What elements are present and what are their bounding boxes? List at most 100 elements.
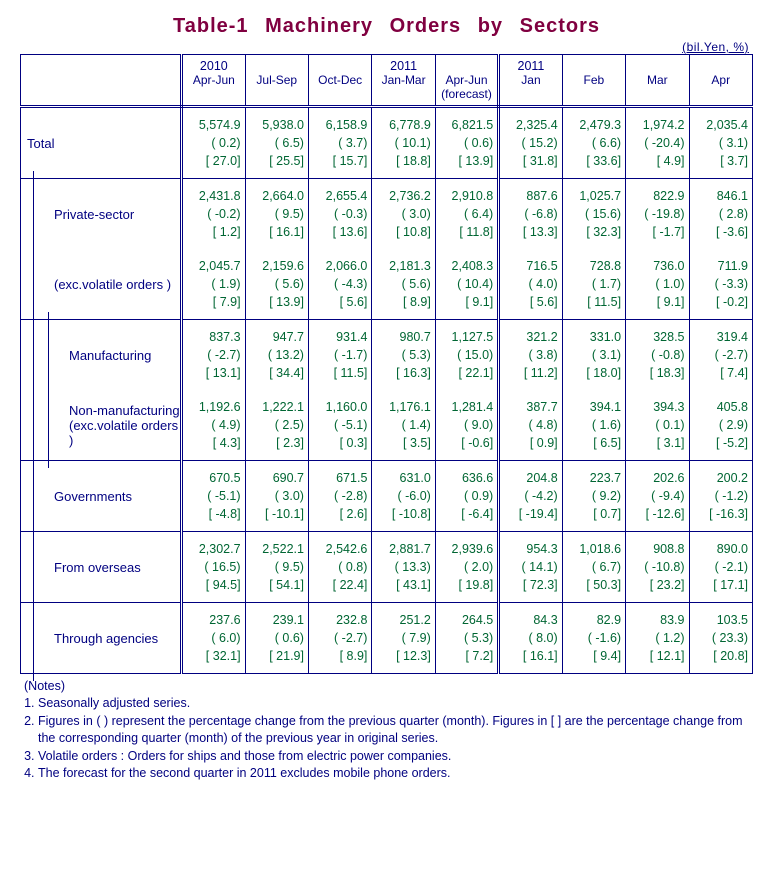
note-item: Seasonally adjusted series. <box>38 695 753 712</box>
data-cell: 239.1( 0.6)[ 21.9] <box>245 603 308 674</box>
data-cell: 204.8( -4.2)[ -19.4] <box>499 461 562 532</box>
data-cell: 2,479.3( 6.6)[ 33.6] <box>562 107 625 179</box>
row-label-agencies: Through agencies <box>21 603 182 674</box>
data-cell: 83.9( 1.2)[ 12.1] <box>626 603 689 674</box>
col-header: Jul-Sep <box>245 55 308 107</box>
page-title: Table-1 Machinery Orders by Sectors <box>20 15 753 38</box>
row-label-total: Total <box>21 107 182 179</box>
data-cell: 200.2( -1.2)[ -16.3] <box>689 461 753 532</box>
data-cell: 846.1( 2.8)[ -3.6] <box>689 179 753 250</box>
data-cell: 2,939.6( 2.0)[ 19.8] <box>435 532 498 603</box>
data-cell: 1,018.6( 6.7)[ 50.3] <box>562 532 625 603</box>
row-label-private: Private-sector <box>21 179 182 250</box>
table-row: From overseas2,302.7( 16.5)[ 94.5]2,522.… <box>21 532 753 603</box>
data-cell: 837.3( -2.7)[ 13.1] <box>182 320 245 391</box>
data-cell: 2,910.8( 6.4)[ 11.8] <box>435 179 498 250</box>
col-header: Feb <box>562 55 625 107</box>
data-cell: 6,821.5( 0.6)[ 13.9] <box>435 107 498 179</box>
table-row: Total5,574.9( 0.2)[ 27.0]5,938.0( 6.5)[ … <box>21 107 753 179</box>
data-cell: 931.4( -1.7)[ 11.5] <box>308 320 371 391</box>
data-cell: 6,158.9( 3.7)[ 15.7] <box>308 107 371 179</box>
data-cell: 1,974.2( -20.4)[ 4.9] <box>626 107 689 179</box>
data-cell: 670.5( -5.1)[ -4.8] <box>182 461 245 532</box>
data-cell: 328.5( -0.8)[ 18.3] <box>626 320 689 391</box>
table-row: Manufacturing837.3( -2.7)[ 13.1]947.7( 1… <box>21 320 753 391</box>
notes-block: (Notes) Seasonally adjusted series.Figur… <box>20 678 753 782</box>
data-cell: 387.7( 4.8)[ 0.9] <box>499 390 562 461</box>
table-row: Private-sector2,431.8( -0.2)[ 1.2]2,664.… <box>21 179 753 250</box>
data-cell: 736.0( 1.0)[ 9.1] <box>626 249 689 320</box>
data-cell: 251.2( 7.9)[ 12.3] <box>372 603 435 674</box>
data-cell: 84.3( 8.0)[ 16.1] <box>499 603 562 674</box>
data-cell: 636.6( 0.9)[ -6.4] <box>435 461 498 532</box>
data-cell: 237.6( 6.0)[ 32.1] <box>182 603 245 674</box>
data-cell: 711.9( -3.3)[ -0.2] <box>689 249 753 320</box>
row-label-nonmfg: Non-manufacturing(exc.volatile orders ) <box>21 390 182 461</box>
data-cell: 1,025.7( 15.6)[ 32.3] <box>562 179 625 250</box>
data-cell: 2,736.2( 3.0)[ 10.8] <box>372 179 435 250</box>
data-cell: 2,181.3( 5.6)[ 8.9] <box>372 249 435 320</box>
table-body: Total5,574.9( 0.2)[ 27.0]5,938.0( 6.5)[ … <box>21 107 753 674</box>
data-cell: 103.5( 23.3)[ 20.8] <box>689 603 753 674</box>
note-item: Figures in ( ) represent the percentage … <box>38 713 753 747</box>
data-cell: 223.7( 9.2)[ 0.7] <box>562 461 625 532</box>
data-cell: 1,176.1( 1.4)[ 3.5] <box>372 390 435 461</box>
data-cell: 2,881.7( 13.3)[ 43.1] <box>372 532 435 603</box>
data-cell: 2,302.7( 16.5)[ 94.5] <box>182 532 245 603</box>
data-cell: 890.0( -2.1)[ 17.1] <box>689 532 753 603</box>
table-row: (exc.volatile orders )2,045.7( 1.9)[ 7.9… <box>21 249 753 320</box>
data-cell: 2,522.1( 9.5)[ 54.1] <box>245 532 308 603</box>
data-cell: 728.8( 1.7)[ 11.5] <box>562 249 625 320</box>
data-cell: 5,574.9( 0.2)[ 27.0] <box>182 107 245 179</box>
data-cell: 671.5( -2.8)[ 2.6] <box>308 461 371 532</box>
data-cell: 1,160.0( -5.1)[ 0.3] <box>308 390 371 461</box>
data-cell: 2,655.4( -0.3)[ 13.6] <box>308 179 371 250</box>
data-cell: 2,664.0( 9.5)[ 16.1] <box>245 179 308 250</box>
orders-table: 2010Apr-Jun Jul-Sep Oct-Dec2011Jan-Mar A… <box>20 54 753 674</box>
data-cell: 2,159.6( 5.6)[ 13.9] <box>245 249 308 320</box>
data-cell: 319.4( -2.7)[ 7.4] <box>689 320 753 391</box>
data-cell: 947.7( 13.2)[ 34.4] <box>245 320 308 391</box>
note-item: The forecast for the second quarter in 2… <box>38 765 753 782</box>
data-cell: 202.6( -9.4)[ -12.6] <box>626 461 689 532</box>
data-cell: 6,778.9( 10.1)[ 18.8] <box>372 107 435 179</box>
row-label-mfg: Manufacturing <box>21 320 182 391</box>
data-cell: 1,222.1( 2.5)[ 2.3] <box>245 390 308 461</box>
data-cell: 887.6( -6.8)[ 13.3] <box>499 179 562 250</box>
unit-label: (bil.Yen, %) <box>20 40 753 54</box>
data-cell: 232.8( -2.7)[ 8.9] <box>308 603 371 674</box>
data-cell: 2,045.7( 1.9)[ 7.9] <box>182 249 245 320</box>
header-stub <box>21 55 182 107</box>
data-cell: 321.2( 3.8)[ 11.2] <box>499 320 562 391</box>
row-label-gov: Governments <box>21 461 182 532</box>
note-item: Volatile orders : Orders for ships and t… <box>38 748 753 765</box>
data-cell: 1,127.5( 15.0)[ 22.1] <box>435 320 498 391</box>
data-cell: 5,938.0( 6.5)[ 25.5] <box>245 107 308 179</box>
col-header: Apr <box>689 55 753 107</box>
row-label-private_ex: (exc.volatile orders ) <box>21 249 182 320</box>
data-cell: 1,281.4( 9.0)[ -0.6] <box>435 390 498 461</box>
data-cell: 690.7( 3.0)[ -10.1] <box>245 461 308 532</box>
data-cell: 405.8( 2.9)[ -5.2] <box>689 390 753 461</box>
data-cell: 2,431.8( -0.2)[ 1.2] <box>182 179 245 250</box>
col-header: 2011Jan-Mar <box>372 55 435 107</box>
table-header: 2010Apr-Jun Jul-Sep Oct-Dec2011Jan-Mar A… <box>21 55 753 107</box>
data-cell: 908.8( -10.8)[ 23.2] <box>626 532 689 603</box>
col-header: 2010Apr-Jun <box>182 55 245 107</box>
data-cell: 82.9( -1.6)[ 9.4] <box>562 603 625 674</box>
data-cell: 980.7( 5.3)[ 16.3] <box>372 320 435 391</box>
data-cell: 822.9( -19.8)[ -1.7] <box>626 179 689 250</box>
notes-list: Seasonally adjusted series.Figures in ( … <box>38 695 753 782</box>
data-cell: 2,325.4( 15.2)[ 31.8] <box>499 107 562 179</box>
col-header: 2011Jan <box>499 55 562 107</box>
data-cell: 264.5( 5.3)[ 7.2] <box>435 603 498 674</box>
data-cell: 2,035.4( 3.1)[ 3.7] <box>689 107 753 179</box>
data-cell: 716.5( 4.0)[ 5.6] <box>499 249 562 320</box>
col-header: Oct-Dec <box>308 55 371 107</box>
data-cell: 2,542.6( 0.8)[ 22.4] <box>308 532 371 603</box>
data-cell: 954.3( 14.1)[ 72.3] <box>499 532 562 603</box>
data-cell: 394.3( 0.1)[ 3.1] <box>626 390 689 461</box>
col-header: Apr-Jun(forecast) <box>435 55 498 107</box>
data-cell: 631.0( -6.0)[ -10.8] <box>372 461 435 532</box>
table-row: Non-manufacturing(exc.volatile orders ) 1… <box>21 390 753 461</box>
